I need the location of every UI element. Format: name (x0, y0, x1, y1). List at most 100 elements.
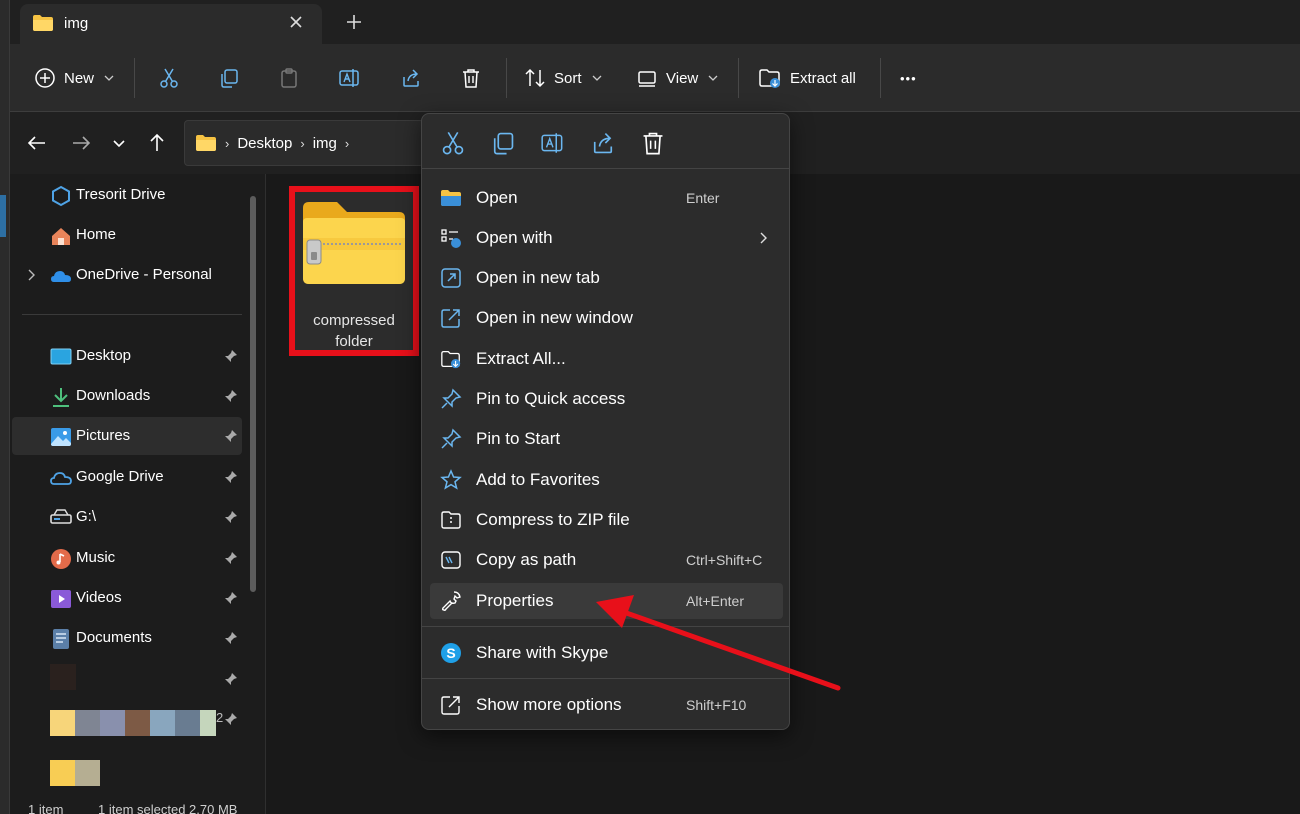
sidebar-item-blurred[interactable] (12, 754, 242, 792)
menu-item-label: Copy as path (476, 550, 577, 569)
breadcrumb-desktop[interactable]: Desktop (237, 135, 292, 152)
new-label: New (64, 69, 95, 87)
menu-item-label: Open (476, 188, 518, 207)
file-name-line: folder (335, 333, 373, 350)
copy-icon[interactable] (490, 130, 516, 156)
sidebar-item-onedrive[interactable]: OneDrive - Personal (12, 256, 242, 294)
menu-item-share-skype[interactable]: S Share with Skype (430, 635, 783, 671)
menu-item-properties[interactable]: Properties Alt+Enter (430, 583, 783, 619)
sidebar-item-documents[interactable]: Documents (12, 619, 242, 657)
sidebar-item-music[interactable]: Music (12, 539, 242, 577)
menu-item-open-new-window[interactable]: Open in new window (430, 300, 783, 336)
copy-button[interactable] (218, 58, 240, 98)
share-button[interactable] (400, 58, 422, 98)
pin-icon[interactable] (224, 349, 238, 363)
navigation-pane: Tresorit Drive Home OneDrive - Personal … (10, 174, 266, 814)
open-with-icon (440, 227, 462, 249)
delete-icon[interactable] (640, 130, 666, 156)
sort-icon (524, 67, 546, 89)
pin-icon[interactable] (224, 389, 238, 403)
pin-icon[interactable] (224, 551, 238, 565)
menu-item-pin-start[interactable]: Pin to Start (430, 421, 783, 457)
sidebar-item-videos[interactable]: Videos (12, 579, 242, 617)
folder-icon (195, 134, 217, 152)
close-icon[interactable] (286, 12, 306, 32)
paste-icon (278, 67, 300, 89)
view-label: View (666, 69, 699, 87)
new-window-icon (440, 307, 462, 329)
menu-item-open[interactable]: Open Enter (430, 180, 783, 216)
up-arrow-icon[interactable] (146, 132, 168, 154)
paste-button[interactable] (278, 58, 300, 98)
rename-icon[interactable] (540, 130, 566, 156)
more-options-button[interactable]: ••• (900, 58, 917, 98)
sidebar-item-home[interactable]: Home (12, 216, 242, 254)
breadcrumb-img[interactable]: img (313, 135, 337, 152)
extract-all-label: Extract all (790, 69, 856, 87)
compressed-folder-item[interactable]: compressed folder (289, 186, 419, 356)
new-tab-icon (440, 267, 462, 289)
sidebar-item-pictures[interactable]: Pictures (12, 417, 242, 455)
chevron-right-icon[interactable] (26, 269, 36, 281)
extract-all-button[interactable]: Extract all (758, 58, 856, 98)
sidebar-scrollbar[interactable] (250, 196, 256, 592)
view-button[interactable]: View (636, 58, 718, 98)
sort-button[interactable]: Sort (524, 58, 602, 98)
pin-icon[interactable] (224, 712, 238, 726)
share-icon[interactable] (590, 130, 616, 156)
sidebar-item-downloads[interactable]: Downloads (12, 377, 242, 415)
blurred-label (50, 760, 100, 786)
chevron-down-icon (592, 74, 602, 82)
tresorit-icon (50, 185, 72, 207)
toolbar-divider (506, 58, 507, 98)
menu-item-open-new-tab[interactable]: Open in new tab (430, 260, 783, 296)
status-item-count: 1 item (28, 802, 64, 814)
pin-icon[interactable] (224, 470, 238, 484)
pin-icon[interactable] (224, 631, 238, 645)
sidebar-item-blurred[interactable] (12, 660, 242, 698)
new-tab-icon[interactable] (344, 12, 364, 32)
sidebar-item-label: Tresorit Drive (76, 186, 166, 203)
plus-circle-icon (34, 67, 56, 89)
sidebar-item-blurred[interactable]: 2 (12, 700, 242, 738)
sidebar-item-label: Desktop (76, 347, 132, 364)
menu-item-pin-quick-access[interactable]: Pin to Quick access (430, 381, 783, 417)
sidebar-item-g-drive[interactable]: G:\ (12, 498, 242, 536)
recent-chevron-icon[interactable] (108, 132, 130, 154)
forward-arrow-icon[interactable] (70, 132, 92, 154)
menu-item-label: Pin to Start (476, 429, 561, 448)
onedrive-icon (50, 265, 72, 287)
sidebar-item-tresorit[interactable]: Tresorit Drive (12, 176, 242, 214)
menu-item-open-with[interactable]: Open with (430, 220, 783, 256)
menu-item-extract-all[interactable]: Extract All... (430, 341, 783, 377)
delete-button[interactable] (460, 58, 482, 98)
rename-button[interactable] (338, 58, 362, 98)
pin-icon[interactable] (224, 429, 238, 443)
music-icon (50, 548, 72, 570)
status-selection: 1 item selected 2.70 MB (98, 802, 238, 814)
zip-icon (440, 509, 462, 531)
pin-icon[interactable] (224, 510, 238, 524)
menu-item-label: Open in new tab (476, 268, 600, 287)
home-icon (50, 225, 72, 247)
address-bar[interactable]: › Desktop › img › (184, 120, 424, 166)
menu-divider (422, 626, 789, 627)
pin-icon[interactable] (224, 591, 238, 605)
title-bar: img (0, 0, 1300, 44)
back-arrow-icon[interactable] (26, 132, 48, 154)
menu-item-show-more-options[interactable]: Show more options Shift+F10 (430, 687, 783, 723)
cut-button[interactable] (158, 58, 180, 98)
menu-item-add-favorites[interactable]: Add to Favorites (430, 462, 783, 498)
menu-item-compress-zip[interactable]: Compress to ZIP file (430, 502, 783, 538)
more-options-icon (440, 694, 462, 716)
new-button[interactable]: New (34, 58, 114, 98)
view-icon (636, 67, 658, 89)
toolbar-divider (134, 58, 135, 98)
tab-img[interactable]: img (20, 4, 322, 44)
cut-icon[interactable] (440, 130, 466, 156)
menu-item-copy-path[interactable]: Copy as path Ctrl+Shift+C (430, 542, 783, 578)
blurred-fragment: 2 (216, 710, 224, 725)
pin-icon[interactable] (224, 672, 238, 686)
sidebar-item-desktop[interactable]: Desktop (12, 337, 242, 375)
sidebar-item-google-drive[interactable]: Google Drive (12, 458, 242, 496)
